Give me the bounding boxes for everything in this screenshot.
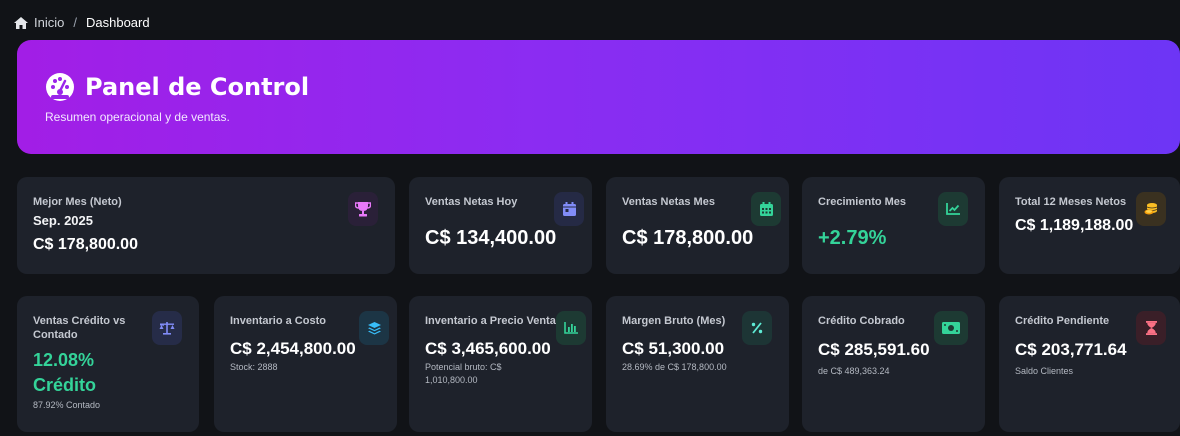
growth-value: +2.79% [818, 227, 887, 249]
calendar-icon [751, 192, 781, 226]
bar-chart-icon [556, 311, 586, 345]
card-credit-vs-cash: Ventas Crédito vs Contado 12.08% Crédito… [17, 296, 199, 432]
trophy-icon [348, 192, 378, 226]
credit-pending-detail: Saldo Clientes [1015, 366, 1074, 376]
gauge-icon [45, 72, 75, 102]
best-month-value: C$ 178,800.00 [33, 236, 138, 253]
card-credit-pending: Crédito Pendiente C$ 203,771.64 Saldo Cl… [999, 296, 1180, 432]
breadcrumb: Inicio / Dashboard [14, 15, 150, 30]
inventory-cost-value: C$ 2,454,800.00 [230, 339, 356, 358]
card-inventory-price: Inventario a Precio Venta C$ 3,465,600.0… [409, 296, 592, 432]
inventory-price-value: C$ 3,465,600.00 [425, 339, 551, 358]
breadcrumb-home-link[interactable]: Inicio [34, 15, 64, 30]
breadcrumb-separator: / [73, 15, 77, 30]
page-title: Panel de Control [45, 72, 1152, 102]
money-bill-icon [934, 311, 968, 345]
scale-icon [152, 311, 182, 345]
card-sales-month: Ventas Netas Mes C$ 178,800.00 [606, 177, 789, 274]
page-subtitle: Resumen operacional y de ventas. [45, 110, 230, 124]
gross-margin-detail: 28.69% de C$ 178,800.00 [622, 362, 727, 372]
hero-banner: Panel de Control Resumen operacional y d… [17, 40, 1180, 154]
percent-icon [742, 311, 772, 345]
sales-today-value: C$ 134,400.00 [425, 227, 557, 249]
home-icon [14, 16, 28, 29]
card-inventory-cost: Inventario a Costo C$ 2,454,800.00 Stock… [214, 296, 397, 432]
credit-percent: 12.08% [33, 350, 95, 370]
hourglass-icon [1136, 311, 1166, 345]
card-credit-collected: Crédito Cobrado C$ 285,591.60 de C$ 489,… [802, 296, 985, 432]
inventory-gross-potential: Potencial bruto: C$ 1,010,800.00 [425, 362, 502, 385]
card-growth: Crecimiento Mes +2.79% [802, 177, 985, 274]
cash-percent: 87.92% Contado [33, 400, 101, 410]
credit-kind: Crédito [33, 375, 96, 395]
page-title-text: Panel de Control [85, 73, 310, 101]
card-best-month: Mejor Mes (Neto) Sep. 2025 C$ 178,800.00 [17, 177, 395, 274]
card-total-12-months: Total 12 Meses Netos C$ 1,189,188.00 [999, 177, 1180, 274]
card-sales-today: Ventas Netas Hoy C$ 134,400.00 [409, 177, 592, 274]
card-label: Mejor Mes (Neto) [33, 196, 122, 208]
inventory-stock: Stock: 2888 [230, 362, 278, 372]
card-label: Ventas Crédito vs Contado [33, 315, 126, 341]
breadcrumb-current: Dashboard [85, 15, 150, 30]
calendar-day-icon [554, 192, 584, 226]
coins-icon [1136, 192, 1166, 226]
chart-line-icon [938, 192, 968, 226]
layers-icon [359, 311, 389, 345]
sales-month-value: C$ 178,800.00 [622, 227, 754, 249]
best-month-period: Sep. 2025 [33, 213, 93, 228]
credit-collected-detail: de C$ 489,363.24 [818, 366, 890, 376]
card-gross-margin: Margen Bruto (Mes) C$ 51,300.00 28.69% d… [606, 296, 789, 432]
card-label: Inventario a Precio Venta [425, 315, 556, 327]
